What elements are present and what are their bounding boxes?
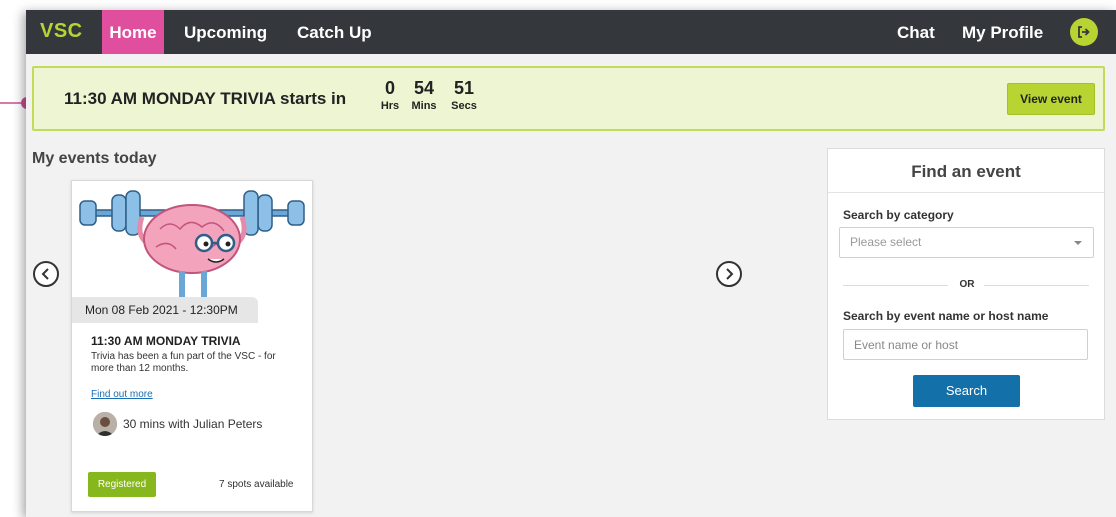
- countdown-minutes-value: 54: [413, 78, 435, 98]
- host-avatar: [93, 412, 117, 436]
- event-title: 11:30 AM MONDAY TRIVIA: [91, 334, 241, 348]
- carousel-next-button[interactable]: [716, 261, 742, 287]
- search-button[interactable]: Search: [913, 375, 1020, 407]
- nav-catch-up[interactable]: Catch Up: [297, 10, 372, 54]
- countdown-seconds: 51 Secs: [444, 78, 484, 112]
- find-out-more-link[interactable]: Find out more: [91, 389, 153, 400]
- logout-button[interactable]: [1070, 18, 1098, 46]
- upcoming-event-banner: 11:30 AM MONDAY TRIVIA starts in 0 Hrs 5…: [32, 66, 1105, 131]
- spots-available: 7 spots available: [219, 479, 294, 490]
- nav-upcoming[interactable]: Upcoming: [184, 10, 267, 54]
- top-navbar: VSC Home Upcoming Catch Up Chat My Profi…: [26, 10, 1116, 54]
- countdown-seconds-value: 51: [453, 78, 475, 98]
- chevron-right-icon: [726, 268, 734, 280]
- event-card-image: Mon 08 Feb 2021 - 12:30PM: [72, 181, 312, 323]
- find-event-panel: Find an event Search by category Please …: [827, 148, 1105, 420]
- category-label: Search by category: [843, 208, 954, 222]
- caret-down-icon: [1074, 241, 1082, 245]
- countdown-minutes: 54 Mins: [404, 78, 444, 112]
- my-events-heading: My events today: [32, 150, 157, 167]
- app-window: VSC Home Upcoming Catch Up Chat My Profi…: [26, 10, 1116, 517]
- registered-badge: Registered: [88, 472, 156, 497]
- event-date-tag: Mon 08 Feb 2021 - 12:30PM: [72, 297, 258, 323]
- view-event-button[interactable]: View event: [1007, 83, 1095, 115]
- event-host-info: 30 mins with Julian Peters: [123, 417, 263, 431]
- or-divider-text: OR: [959, 279, 975, 290]
- category-select[interactable]: Please select: [839, 227, 1094, 258]
- event-name-input[interactable]: [843, 329, 1088, 360]
- countdown-seconds-label: Secs: [451, 100, 477, 112]
- find-event-title: Find an event: [828, 149, 1104, 193]
- countdown-minutes-label: Mins: [411, 100, 437, 112]
- event-description: Trivia has been a fun part of the VSC - …: [91, 351, 276, 374]
- chevron-left-icon: [41, 268, 49, 280]
- event-card[interactable]: Mon 08 Feb 2021 - 12:30PM 11:30 AM MONDA…: [71, 180, 313, 512]
- vsc-logo[interactable]: VSC: [40, 20, 83, 43]
- logout-icon: [1078, 26, 1090, 38]
- or-divider-left: [843, 285, 948, 286]
- nav-home[interactable]: Home: [102, 10, 164, 54]
- category-select-value: Please select: [850, 235, 922, 249]
- nav-my-profile[interactable]: My Profile: [962, 10, 1043, 54]
- carousel-prev-button[interactable]: [33, 261, 59, 287]
- or-divider-right: [984, 285, 1089, 286]
- banner-message: 11:30 AM MONDAY TRIVIA starts in: [64, 89, 347, 108]
- event-name-label: Search by event name or host name: [843, 309, 1049, 323]
- nav-chat[interactable]: Chat: [897, 10, 935, 54]
